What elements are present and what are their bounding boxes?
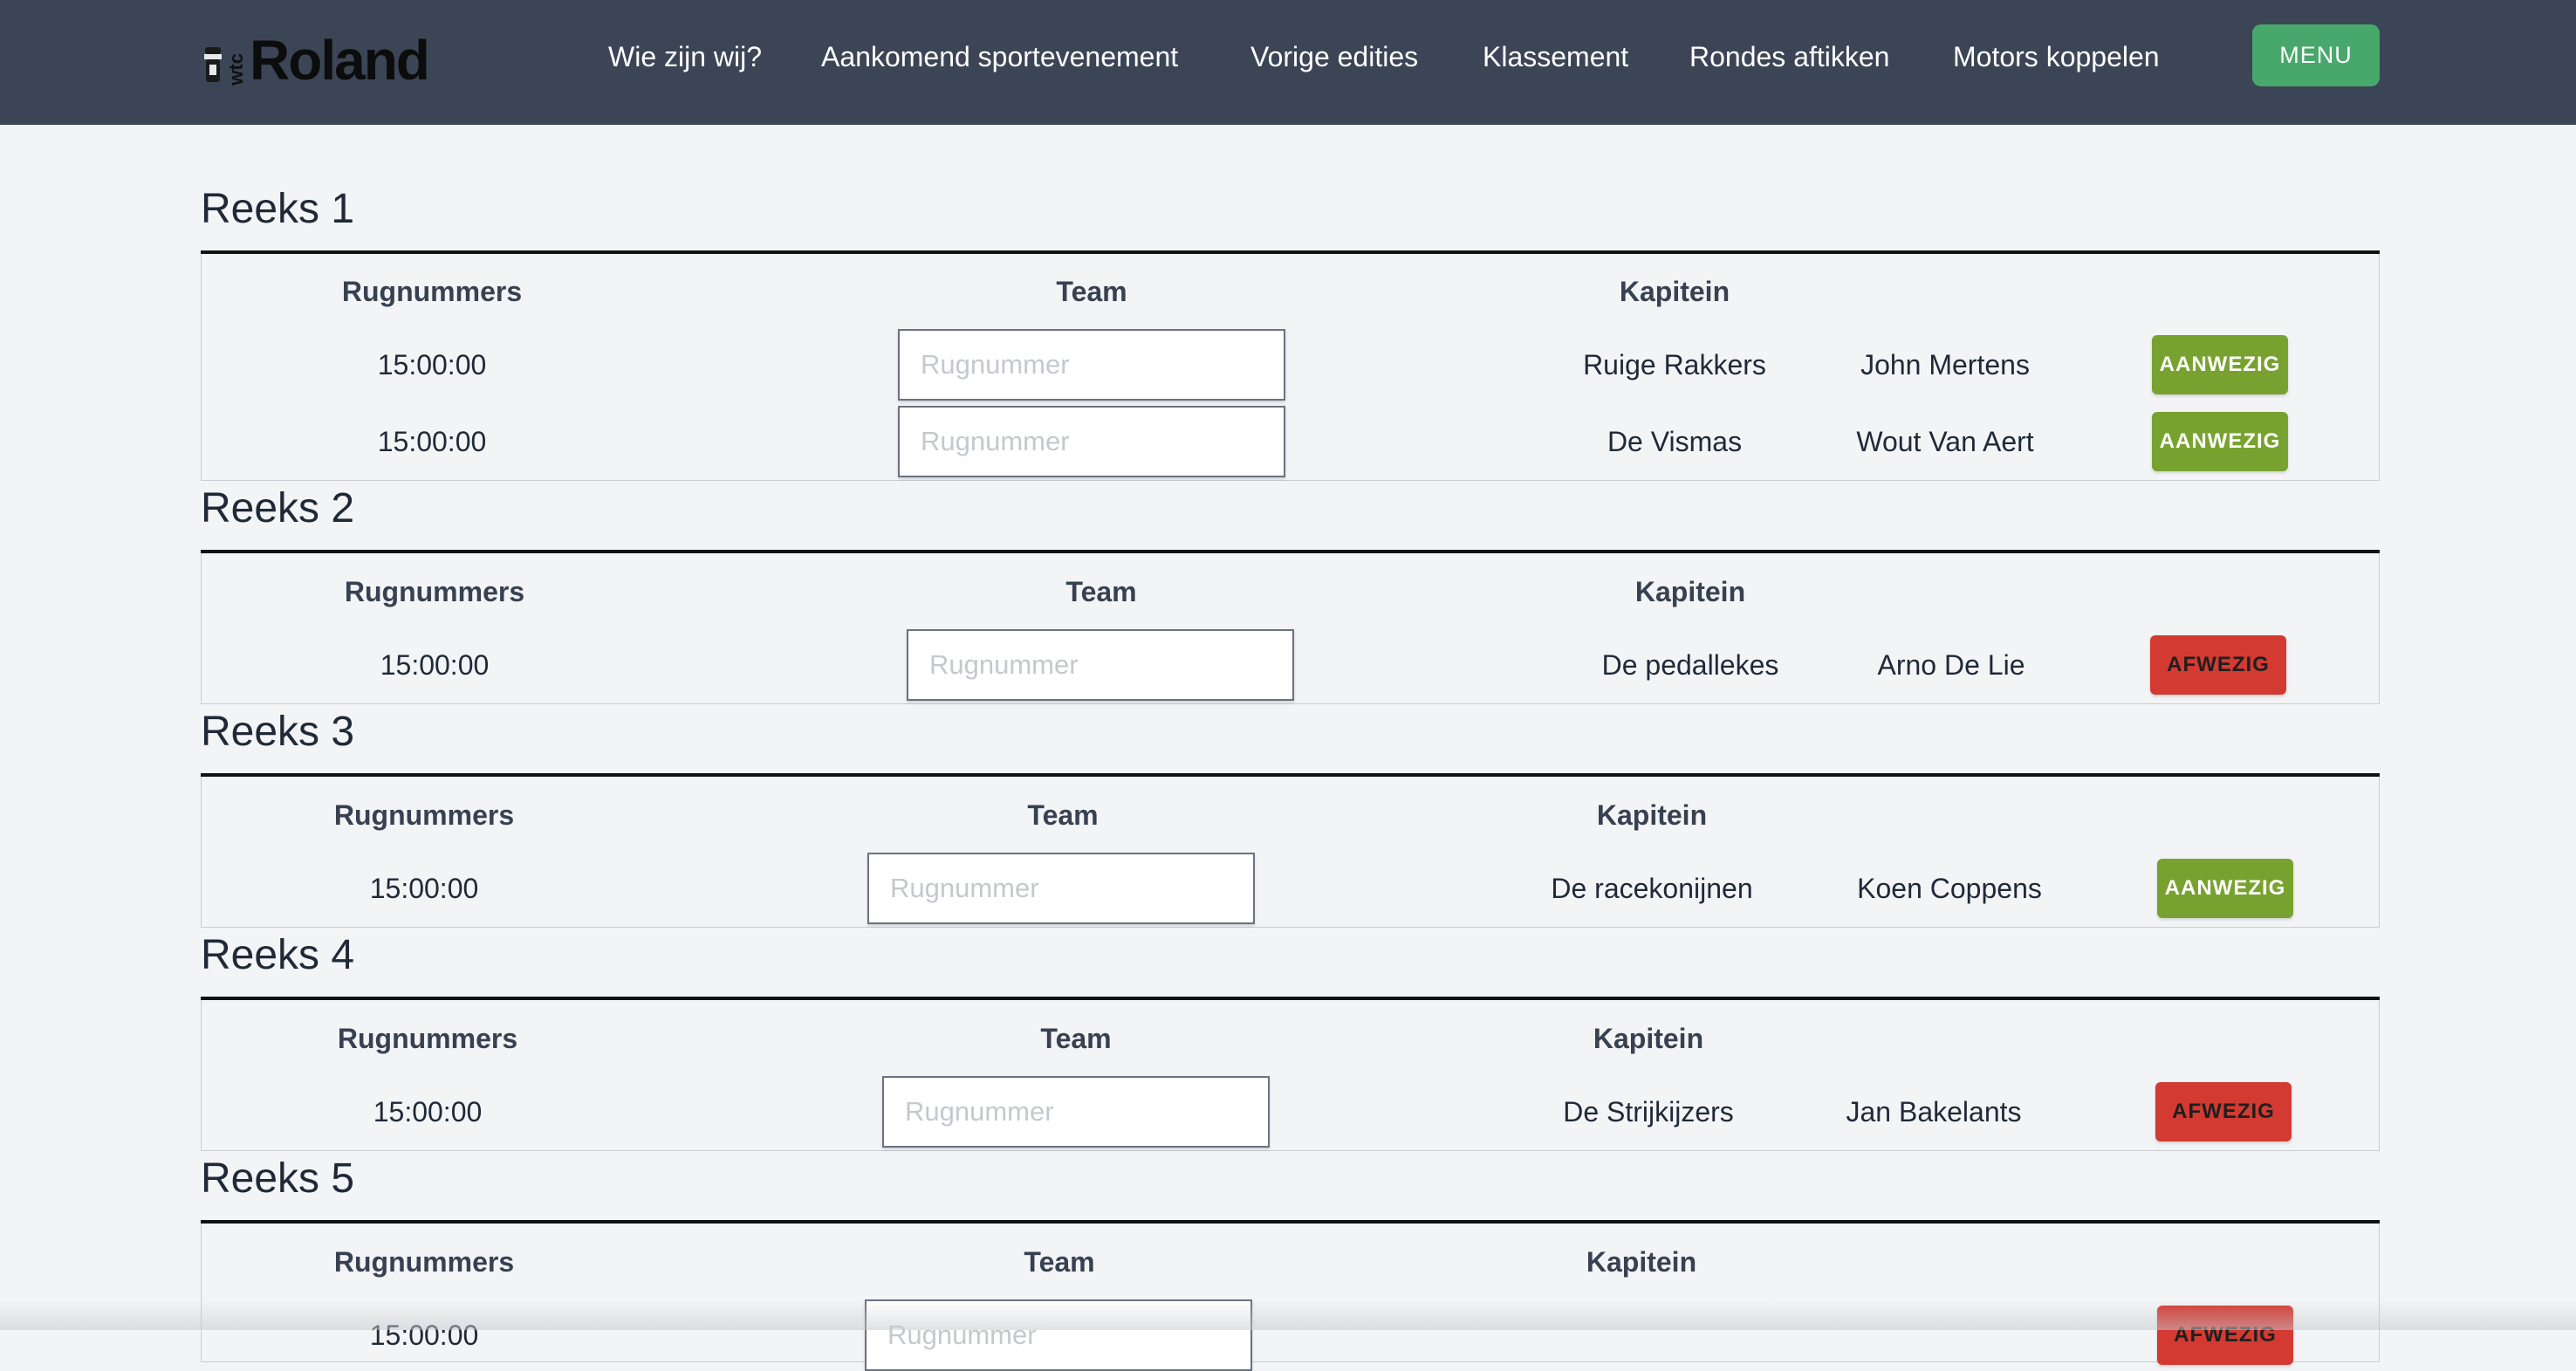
team-name: Ruige Rakkers xyxy=(1583,349,1766,380)
column-header-kapitein: Kapitein xyxy=(1596,799,1708,831)
start-time: 15:00:00 xyxy=(369,1320,479,1351)
status-present-button[interactable]: AANWEZIG xyxy=(2152,335,2288,394)
column-header-kapitein: Kapitein xyxy=(1634,576,1746,607)
nav-link-aankomend-sportevenement[interactable]: Aankomend sportevenement xyxy=(821,37,1178,77)
nav-link-klassement[interactable]: Klassement xyxy=(1483,37,1628,77)
nav-link-vorige-edities[interactable]: Vorige edities xyxy=(1250,37,1418,77)
column-header-team: Team xyxy=(1040,1023,1112,1054)
captain-name: John Mertens xyxy=(1860,349,2030,380)
start-time: 15:00:00 xyxy=(369,873,479,904)
nav-link-rondes-aftikken[interactable]: Rondes aftikken xyxy=(1689,37,1889,77)
status-present-button[interactable]: AANWEZIG xyxy=(2157,859,2293,918)
rugnummer-input[interactable] xyxy=(867,853,1255,924)
captain-name: Wout Van Aert xyxy=(1856,426,2034,457)
start-time: 15:00:00 xyxy=(380,649,490,681)
rugnummer-input[interactable] xyxy=(907,629,1294,701)
column-header-kapitein: Kapitein xyxy=(1593,1023,1704,1054)
reeks-table xyxy=(201,1000,2380,1151)
column-header-rugnummers: Rugnummers xyxy=(337,1023,518,1054)
rugnummer-input[interactable] xyxy=(898,406,1285,477)
brand-name: Roland xyxy=(250,29,430,92)
column-header-kapitein: Kapitein xyxy=(1586,1246,1697,1278)
status-absent-button[interactable]: AFWEZIG xyxy=(2155,1082,2292,1141)
reeks-table xyxy=(201,254,2380,481)
captain-name: Arno De Lie xyxy=(1877,649,2025,681)
start-time: 15:00:00 xyxy=(373,1096,483,1128)
nav-link-wie-zijn-wij[interactable]: Wie zijn wij? xyxy=(608,37,762,77)
column-header-rugnummers: Rugnummers xyxy=(344,576,525,607)
captain-name: Jan Bakelants xyxy=(1846,1096,2022,1128)
status-present-button[interactable]: AANWEZIG xyxy=(2152,412,2288,471)
column-header-rugnummers: Rugnummers xyxy=(341,276,523,307)
start-time: 15:00:00 xyxy=(377,349,487,380)
team-name: De pedallekes xyxy=(1601,649,1779,681)
column-header-team: Team xyxy=(1056,276,1127,307)
team-name: De Vismas xyxy=(1607,426,1743,457)
reeks-title: Reeks 5 xyxy=(201,1155,355,1202)
reeks-title: Reeks 3 xyxy=(201,709,355,755)
column-header-rugnummers: Rugnummers xyxy=(333,799,515,831)
captain-name: Koen Coppens xyxy=(1857,873,2042,904)
reeks-table xyxy=(201,1224,2380,1362)
brand-logo[interactable]: wtc Roland xyxy=(202,29,430,92)
brand-small-text: wtc xyxy=(225,53,247,86)
reeks-title: Reeks 2 xyxy=(201,485,355,531)
reeks-title: Reeks 1 xyxy=(201,186,355,232)
nav-link-motors-koppelen[interactable]: Motors koppelen xyxy=(1953,37,2160,77)
start-time: 15:00:00 xyxy=(377,426,487,457)
team-name: De Strijkijzers xyxy=(1563,1096,1734,1128)
column-header-team: Team xyxy=(1024,1246,1095,1278)
column-header-team: Team xyxy=(1065,576,1137,607)
top-navbar: wtc Roland Wie zijn wij? Aankomend sport… xyxy=(0,0,2576,125)
column-header-kapitein: Kapitein xyxy=(1619,276,1730,307)
menu-button[interactable]: MENU xyxy=(2252,24,2380,86)
team-name: De racekonijnen xyxy=(1551,873,1753,904)
cyclist-helmet-icon xyxy=(204,47,222,82)
status-absent-button[interactable]: AFWEZIG xyxy=(2150,635,2286,695)
reeks-table xyxy=(201,777,2380,928)
status-absent-button[interactable]: AFWEZIG xyxy=(2157,1306,2293,1365)
column-header-rugnummers: Rugnummers xyxy=(333,1246,515,1278)
rugnummer-input[interactable] xyxy=(898,329,1285,401)
rugnummer-input[interactable] xyxy=(882,1076,1270,1148)
reeks-title: Reeks 4 xyxy=(201,932,355,978)
column-header-team: Team xyxy=(1027,799,1099,831)
rugnummer-input[interactable] xyxy=(865,1299,1252,1371)
